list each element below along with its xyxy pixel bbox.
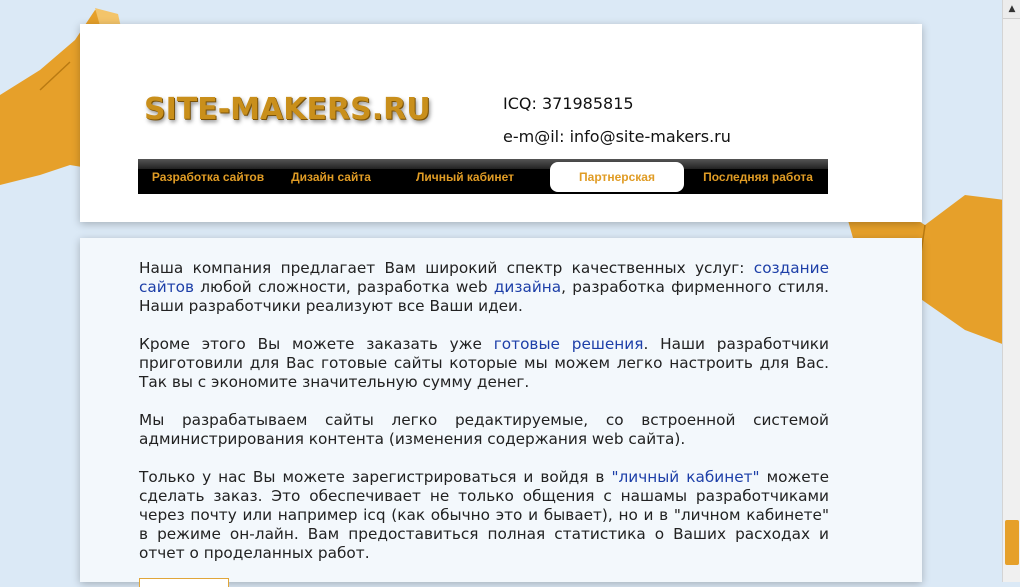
partial-button[interactable] [139, 578, 229, 587]
link-design[interactable]: дизайна [494, 278, 561, 296]
content-card: Наша компания предлагает Вам широкий спе… [80, 238, 922, 587]
paragraph-cms: Мы разрабатываем сайты легко редактируем… [139, 411, 829, 448]
site-logo[interactable]: SITE-MAKERS.RU [144, 92, 431, 127]
nav-item-personal-account[interactable]: Личный кабинет [384, 170, 546, 184]
nav-item-latest-work[interactable]: Последняя работа [688, 170, 828, 184]
vertical-scrollbar[interactable]: ▲ [1002, 0, 1020, 582]
icq-contact: ICQ: 371985815 [503, 94, 634, 113]
scrollbar-thumb[interactable] [1005, 520, 1019, 565]
nav-item-website-development[interactable]: Разработка сайтов [138, 170, 278, 184]
nav-item-site-design[interactable]: Дизайн сайта [278, 170, 384, 184]
header-card: SITE-MAKERS.RU ICQ: 371985815 e-m@il: in… [80, 24, 922, 222]
scroll-up-arrow-icon[interactable]: ▲ [1003, 0, 1020, 19]
email-contact: e-m@il: info@site-makers.ru [503, 127, 731, 146]
main-nav: Разработка сайтов Дизайн сайта Личный ка… [138, 159, 828, 194]
main-content: Наша компания предлагает Вам широкий спе… [139, 259, 829, 582]
link-ready-solutions[interactable]: готовые решения [494, 335, 644, 353]
paragraph-ready-solutions: Кроме этого Вы можете заказать уже готов… [139, 335, 829, 391]
paragraph-personal-account: Только у нас Вы можете зарегистрироватьс… [139, 468, 829, 562]
link-personal-account[interactable]: "личный кабинет" [611, 468, 759, 486]
nav-item-partner[interactable]: Партнерская [550, 161, 684, 192]
paragraph-services: Наша компания предлагает Вам широкий спе… [139, 259, 829, 315]
